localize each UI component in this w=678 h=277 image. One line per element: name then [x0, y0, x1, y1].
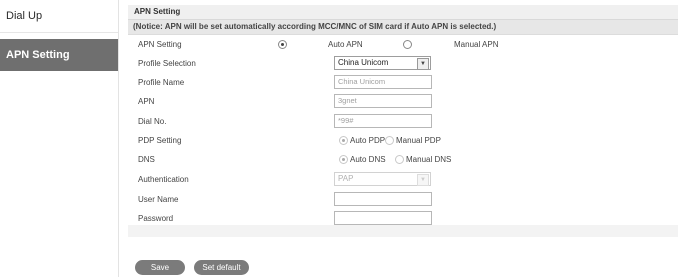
apn-form: APN Setting Auto APN Manual APN Profile …: [128, 35, 678, 225]
panel-title: APN Setting: [128, 5, 678, 20]
auto-dns-label: Auto DNS: [350, 155, 386, 164]
manual-dns-label: Manual DNS: [406, 155, 452, 164]
auto-apn-label: Auto APN: [328, 40, 363, 49]
row-profile-name: Profile Name China Unicom: [128, 74, 678, 92]
sidebar: Dial Up APN Setting: [0, 0, 119, 277]
dial-no-label: Dial No.: [138, 117, 167, 126]
pdp-setting-label: PDP Setting: [138, 136, 182, 145]
manual-dns-radio[interactable]: [395, 155, 404, 164]
sidebar-item-dial-up[interactable]: Dial Up: [0, 0, 118, 33]
authentication-value: PAP: [338, 174, 354, 183]
row-dial-no: Dial No. *99#: [128, 113, 678, 131]
profile-selection-select[interactable]: China Unicom ▼: [334, 56, 431, 70]
row-pdp-setting: PDP Setting Auto PDP Manual PDP: [128, 132, 678, 150]
dns-label: DNS: [138, 155, 155, 164]
row-authentication: Authentication PAP ▼: [128, 171, 678, 189]
dial-no-input[interactable]: *99#: [334, 114, 432, 128]
row-apn-setting: APN Setting Auto APN Manual APN: [128, 36, 678, 54]
authentication-label: Authentication: [138, 175, 189, 184]
row-password: Password: [128, 210, 678, 228]
apn-setting-panel: APN Setting (Notice: APN will be set aut…: [128, 5, 678, 237]
apn-setting-label: APN Setting: [138, 40, 182, 49]
profile-name-label: Profile Name: [138, 78, 185, 87]
auto-dns-radio[interactable]: [339, 155, 348, 164]
auto-pdp-label: Auto PDP: [350, 136, 386, 145]
row-dns: DNS Auto DNS Manual DNS: [128, 151, 678, 169]
row-user-name: User Name: [128, 191, 678, 209]
profile-selection-value: China Unicom: [338, 58, 389, 67]
authentication-select[interactable]: PAP ▼: [334, 172, 431, 186]
profile-selection-label: Profile Selection: [138, 59, 196, 68]
user-name-label: User Name: [138, 195, 179, 204]
password-label: Password: [138, 214, 174, 223]
chevron-down-icon: ▼: [417, 58, 429, 70]
manual-apn-radio[interactable]: [403, 40, 412, 49]
user-name-input[interactable]: [334, 192, 432, 206]
password-input[interactable]: [334, 211, 432, 225]
apn-notice: (Notice: APN will be set automatically a…: [128, 20, 678, 35]
set-default-button[interactable]: Set default: [194, 260, 249, 275]
manual-pdp-radio[interactable]: [385, 136, 394, 145]
auto-apn-radio[interactable]: [278, 40, 287, 49]
profile-name-input[interactable]: China Unicom: [334, 75, 432, 89]
row-profile-selection: Profile Selection China Unicom ▼: [128, 55, 678, 73]
auto-pdp-radio[interactable]: [339, 136, 348, 145]
sidebar-item-apn-setting[interactable]: APN Setting: [0, 39, 118, 71]
manual-apn-label: Manual APN: [454, 40, 499, 49]
chevron-down-icon: ▼: [417, 174, 429, 186]
row-apn: APN 3gnet: [128, 93, 678, 111]
manual-pdp-label: Manual PDP: [396, 136, 441, 145]
save-button[interactable]: Save: [135, 260, 185, 275]
apn-label: APN: [138, 97, 155, 106]
apn-input[interactable]: 3gnet: [334, 94, 432, 108]
